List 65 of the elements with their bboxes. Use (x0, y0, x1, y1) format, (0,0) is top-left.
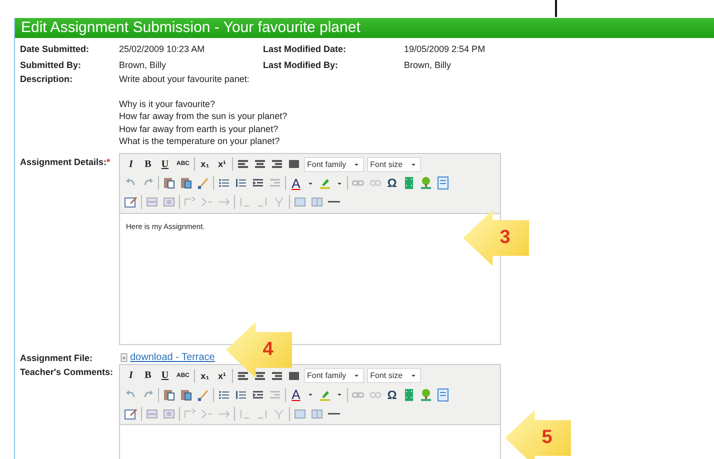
field-label: Last Modified Date: (263, 44, 348, 54)
merge-cells-icon[interactable] (293, 195, 307, 209)
field-value: Brown, Billy (404, 60, 452, 70)
required-mark: * (106, 156, 110, 166)
split-cells-icon[interactable] (310, 406, 324, 420)
toolbar-button[interactable]: x¹ (215, 368, 229, 382)
highlighter-icon[interactable] (318, 176, 332, 190)
clipboard-icon[interactable] (162, 388, 176, 402)
table-cell-icon[interactable] (162, 195, 176, 209)
clipboard-page-icon[interactable] (179, 176, 193, 190)
align-center-icon[interactable] (253, 157, 267, 171)
dropdown[interactable]: Font family (304, 368, 364, 383)
split-cells-icon[interactable] (310, 195, 324, 209)
dropdown[interactable]: Font size (367, 368, 421, 383)
bullet-list-icon[interactable] (217, 176, 231, 190)
file-icon (119, 352, 129, 363)
clipboard-icon[interactable] (162, 176, 176, 190)
film-icon[interactable] (402, 176, 416, 190)
field-label: Assignment Details:* (20, 156, 112, 169)
toolbar-button[interactable]: B (141, 157, 155, 171)
description-text: How far away from the sun is your planet? (119, 110, 288, 122)
field-value: Brown, Billy (119, 60, 168, 70)
numbered-list-icon[interactable] (234, 176, 248, 190)
download-link[interactable]: download - Terrace (130, 352, 215, 364)
film-icon[interactable] (402, 388, 416, 402)
merge-cells-icon[interactable] (293, 406, 307, 420)
toolbar-button[interactable]: Ω (385, 388, 399, 402)
toolbar-button[interactable]: x¹ (215, 157, 229, 171)
field-label: Date Submitted: (20, 44, 90, 54)
edit-icon[interactable] (124, 406, 138, 420)
toolbar-button[interactable]: x₁ (198, 368, 212, 382)
tree-icon[interactable] (419, 388, 433, 402)
edit-icon[interactable] (124, 195, 138, 209)
toolbar-button[interactable]: x₁ (198, 157, 212, 171)
table-row-icon[interactable] (145, 406, 159, 420)
brush-icon[interactable] (196, 176, 210, 190)
align-left-icon[interactable] (236, 157, 250, 171)
description-text: How far away from earth is your planet? (119, 122, 280, 135)
tree-icon[interactable] (419, 176, 433, 190)
field-label: Teacher's Comments: (20, 366, 114, 379)
field-label: Submitted By: (20, 60, 82, 70)
description-text: Write about your favourite panet: (119, 73, 250, 86)
description-text: What is the temperature on your planet? (119, 135, 281, 148)
toolbar-button[interactable]: A (289, 388, 303, 402)
field-label: Last Modified By: (263, 60, 340, 70)
toolbar-button[interactable]: I (124, 157, 138, 171)
field-label: Assignment File: (20, 352, 94, 364)
window-title: Edit Assignment Submission - Your favourite planet (15, 18, 714, 38)
dropdown[interactable]: Font family (304, 156, 364, 172)
toolbar-button[interactable]: Ω (385, 176, 399, 190)
field-value: 19/05/2009 2:54 PM (404, 44, 486, 54)
toolbar-button[interactable]: B (141, 368, 155, 382)
toolbar-button[interactable]: U (158, 368, 172, 382)
clipboard-page-icon[interactable] (179, 388, 193, 402)
dropdown[interactable]: Font size (367, 156, 421, 172)
brush-icon[interactable] (196, 388, 210, 402)
description-text: Why is it your favourite? (119, 98, 216, 110)
align-right-icon[interactable] (270, 157, 284, 171)
table-row-icon[interactable] (145, 195, 159, 209)
toolbar-button[interactable]: A (289, 176, 303, 190)
toolbar-button[interactable]: U (158, 157, 172, 171)
toolbar-button[interactable]: I (124, 368, 138, 382)
table-cell-icon[interactable] (162, 406, 176, 420)
field-label: Description: (20, 73, 74, 86)
field-value: 25/02/2009 10:23 AM (119, 44, 206, 54)
